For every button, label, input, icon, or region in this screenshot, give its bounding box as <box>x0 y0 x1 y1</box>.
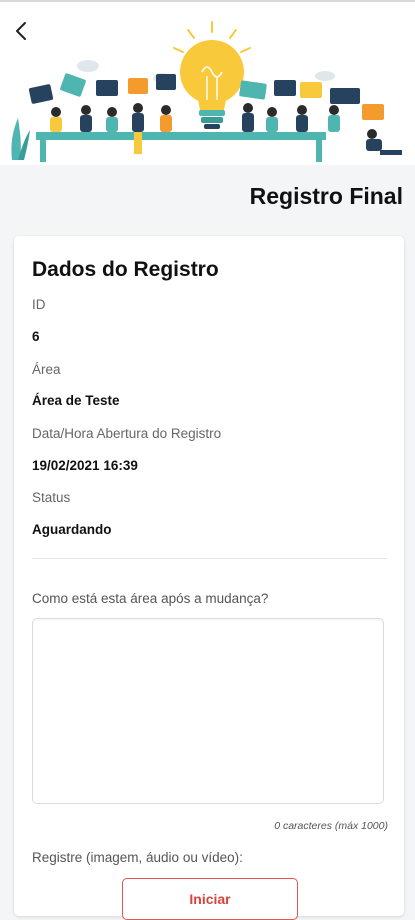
area-label: Área <box>32 362 61 377</box>
team-ideas-illustration <box>11 21 402 162</box>
registro-card: Dados do Registro ID 6 Área Área de Test… <box>14 236 404 920</box>
header-illustration <box>0 0 415 165</box>
section-divider <box>32 558 387 559</box>
id-value: 6 <box>32 329 40 344</box>
media-label: Registre (imagem, áudio ou vídeo): <box>32 850 243 865</box>
character-counter: 0 caracteres (máx 1000) <box>274 820 388 832</box>
id-label: ID <box>32 297 46 312</box>
start-recording-button[interactable]: Iniciar <box>122 878 298 920</box>
back-button[interactable] <box>8 16 34 46</box>
opening-datetime-value: 19/02/2021 16:39 <box>32 458 138 473</box>
status-value: Aguardando <box>32 522 112 537</box>
area-description-textarea[interactable] <box>32 618 384 804</box>
opening-datetime-label: Data/Hora Abertura do Registro <box>32 426 222 441</box>
page-title: Registro Final <box>249 183 403 209</box>
area-value: Área de Teste <box>32 393 120 408</box>
status-divider <box>0 0 415 2</box>
status-label: Status <box>32 490 71 505</box>
question-label: Como está esta área após a mudança? <box>32 591 269 606</box>
card-heading: Dados do Registro <box>32 258 219 281</box>
chevron-left-icon <box>16 22 26 40</box>
